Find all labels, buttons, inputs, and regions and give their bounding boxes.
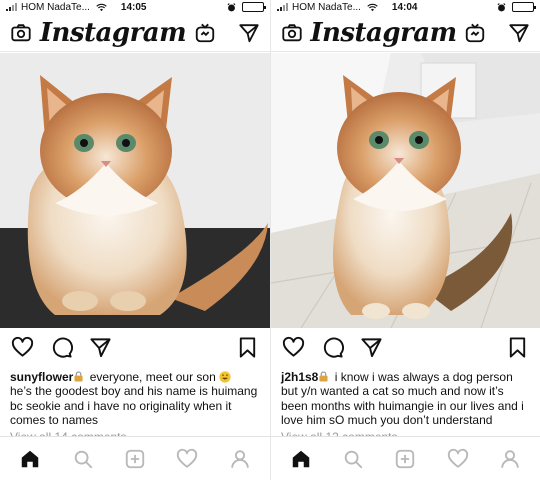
profile-icon[interactable] [499, 448, 521, 470]
share-icon[interactable] [360, 336, 383, 359]
direct-message-icon[interactable] [508, 22, 530, 44]
bookmark-icon[interactable] [236, 336, 259, 359]
carrier-name: HOM NadaTe... [21, 1, 90, 13]
home-icon[interactable] [290, 448, 312, 470]
battery-icon [242, 2, 266, 12]
wifi-icon [367, 3, 378, 11]
camera-icon[interactable] [281, 22, 303, 44]
post-actions [0, 332, 270, 362]
carrier-name: HOM NadaTe... [292, 1, 361, 13]
like-heart-icon[interactable] [11, 336, 34, 359]
grinning-emoji-icon [219, 371, 231, 383]
post-photo[interactable] [271, 53, 540, 328]
igtv-icon[interactable] [464, 22, 486, 44]
cat-photo-image [0, 53, 270, 328]
post-caption: sunyflower everyone, meet our son he’s t… [10, 370, 262, 428]
igtv-icon[interactable] [194, 22, 216, 44]
search-icon[interactable] [72, 448, 94, 470]
caption-text-more: he’s the goodest boy and his name is hui… [10, 384, 258, 428]
like-heart-icon[interactable] [282, 336, 305, 359]
status-time: 14:05 [120, 1, 147, 13]
status-time: 14:04 [391, 1, 418, 13]
lock-icon [74, 371, 83, 382]
cat-photo-image [271, 53, 540, 328]
post-photo[interactable] [0, 53, 270, 328]
battery-icon [512, 2, 536, 12]
search-icon[interactable] [342, 448, 364, 470]
caption-text: everyone, meet our son [86, 370, 220, 384]
comment-icon[interactable] [50, 336, 73, 359]
phone-screen-left: HOM NadaTe... 14:05 Instagram sunyflower… [0, 0, 270, 480]
alarm-icon [227, 2, 236, 11]
activity-heart-icon[interactable] [447, 448, 469, 470]
comment-icon[interactable] [321, 336, 344, 359]
app-logo: Instagram [310, 17, 457, 48]
signal-icon [6, 3, 17, 11]
add-post-icon[interactable] [394, 448, 416, 470]
bookmark-icon[interactable] [506, 336, 529, 359]
top-nav: Instagram [271, 14, 540, 52]
post-username[interactable]: j2h1s8 [281, 370, 318, 384]
top-nav: Instagram [0, 14, 270, 52]
post-caption: j2h1s8 i know i was always a dog person … [281, 370, 532, 428]
camera-icon[interactable] [10, 22, 32, 44]
alarm-icon [497, 2, 506, 11]
activity-heart-icon[interactable] [176, 448, 198, 470]
status-bar: HOM NadaTe... 14:05 [0, 0, 270, 14]
signal-icon [277, 3, 288, 11]
post-actions [271, 332, 540, 362]
profile-icon[interactable] [229, 448, 251, 470]
post-username[interactable]: sunyflower [10, 370, 73, 384]
wifi-icon [96, 3, 107, 11]
bottom-tab-bar [271, 436, 540, 480]
add-post-icon[interactable] [124, 448, 146, 470]
share-icon[interactable] [89, 336, 112, 359]
bottom-tab-bar [0, 436, 270, 480]
direct-message-icon[interactable] [238, 22, 260, 44]
app-logo: Instagram [39, 17, 187, 48]
lock-icon [319, 371, 328, 382]
status-bar: HOM NadaTe... 14:04 [271, 0, 540, 14]
phone-screen-right: HOM NadaTe... 14:04 Instagram j2h1s8 i k… [270, 0, 540, 480]
home-icon[interactable] [19, 448, 41, 470]
